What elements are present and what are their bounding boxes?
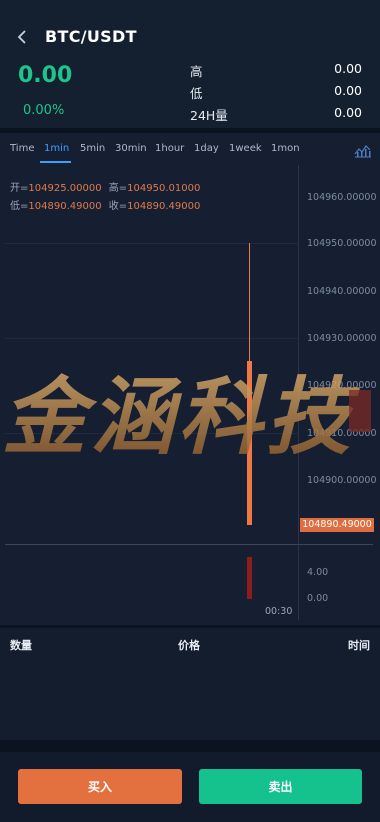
price-axis-label: 104930.00000 — [307, 333, 377, 344]
tab-1mon[interactable]: 1mon — [271, 143, 300, 154]
sell-button[interactable]: 卖出 — [199, 769, 362, 804]
close-value: 104890.49000 — [127, 201, 201, 212]
grid-line — [5, 338, 298, 339]
interval-tabs: Time 1min 5min 30min 1hour 1day 1week 1m… — [0, 133, 380, 165]
price-axis-label: 104940.00000 — [307, 286, 377, 297]
high-label: 高= — [108, 183, 128, 194]
ohlc-row-1: 开=104925.00000 高=104950.01000 — [10, 179, 200, 194]
low-label: 低= — [10, 201, 29, 212]
time-axis-label: 00:30 — [265, 606, 293, 617]
candle-body — [247, 361, 252, 525]
tab-1hour[interactable]: 1hour — [155, 143, 184, 154]
volume-axis-label: 4.00 — [307, 567, 329, 578]
tab-30min[interactable]: 30min — [115, 143, 147, 154]
ohlc-row-2: 低=104890.49000 收=104890.49000 — [10, 197, 200, 212]
grid-line — [5, 433, 298, 434]
column-time: 时间 — [348, 639, 370, 652]
price-axis-label: 104960.00000 — [307, 192, 377, 203]
section-divider — [0, 740, 380, 752]
stat-volume-label: 24H量 — [190, 108, 228, 123]
page-title: BTC/USDT — [45, 27, 137, 46]
trade-history: 数量 价格 时间 — [0, 628, 380, 740]
close-label: 收= — [108, 201, 128, 212]
column-price: 价格 — [178, 639, 200, 652]
stat-high-value: 0.00 — [334, 61, 362, 76]
chevron-left-icon — [17, 30, 26, 44]
volume-divider — [5, 544, 373, 545]
trade-actions: 买入 卖出 — [0, 752, 380, 822]
stat-low-label: 低 — [190, 86, 203, 101]
kline-chart-panel: Time 1min 5min 30min 1hour 1day 1week 1m… — [0, 133, 380, 625]
low-value: 104890.49000 — [28, 201, 102, 212]
tab-time[interactable]: Time — [10, 143, 34, 154]
price-axis-label: 104950.00000 — [307, 238, 377, 249]
price-axis-label: 104900.00000 — [307, 475, 377, 486]
active-tab-indicator — [40, 161, 71, 163]
tab-5min[interactable]: 5min — [80, 143, 105, 154]
buy-button[interactable]: 买入 — [18, 769, 182, 804]
tab-1day[interactable]: 1day — [194, 143, 219, 154]
chart-type-icon[interactable] — [354, 142, 372, 158]
last-price: 0.00 — [18, 63, 73, 88]
column-quantity: 数量 — [10, 639, 32, 652]
high-value: 104950.01000 — [127, 183, 201, 194]
volume-axis-label: 0.00 — [307, 593, 329, 604]
price-axis-label: 104910.00000 — [307, 428, 377, 439]
open-value: 104925.00000 — [28, 183, 102, 194]
change-percent: 0.00% — [23, 103, 65, 118]
back-button[interactable] — [10, 24, 34, 50]
open-label: 开= — [10, 183, 29, 194]
tab-1week[interactable]: 1week — [229, 143, 262, 154]
stat-volume-value: 0.00 — [334, 105, 362, 120]
market-header: BTC/USDT 0.00 0.00% 高 0.00 低 0.00 24H量 0… — [0, 0, 380, 128]
volume-bar — [247, 557, 252, 599]
price-axis-line — [298, 165, 299, 620]
price-axis-label: 104920.00000 — [307, 380, 377, 391]
stat-high-label: 高 — [190, 64, 203, 79]
current-price-tag: 104890.49000 — [300, 518, 374, 532]
tab-1min[interactable]: 1min — [44, 143, 69, 154]
stat-low-value: 0.00 — [334, 83, 362, 98]
grid-line — [5, 243, 298, 244]
